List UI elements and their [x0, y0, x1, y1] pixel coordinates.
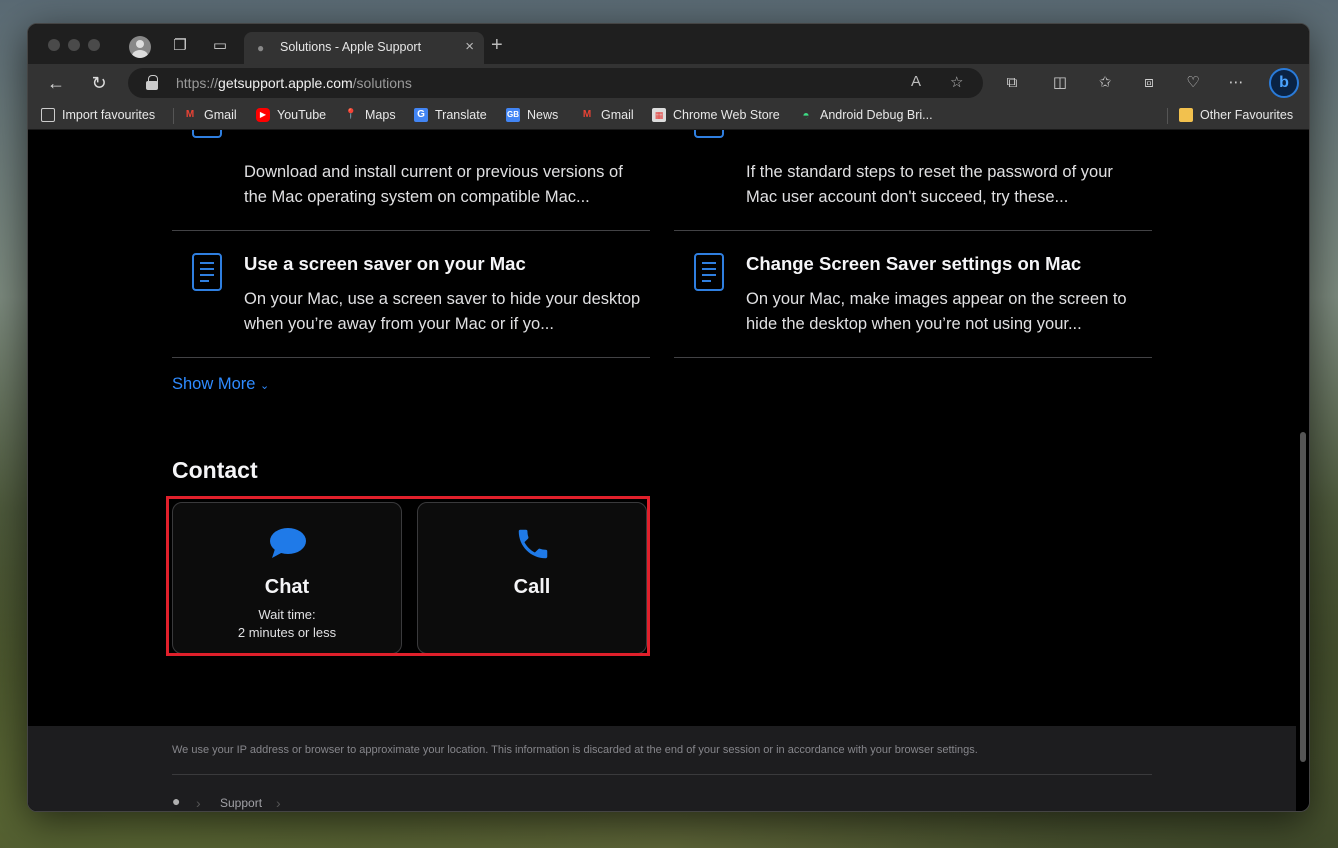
close-window-button[interactable]: [48, 39, 60, 51]
solution-card[interactable]: Use a screen saver on your Mac On your M…: [172, 231, 650, 358]
solution-card[interactable]: Download and install current or previous…: [172, 130, 650, 231]
vertical-tabs-icon[interactable]: ▭: [210, 36, 230, 56]
bookmark-maps[interactable]: 📍 Maps: [344, 108, 396, 122]
gmail-icon: M: [582, 109, 592, 120]
workspaces-icon[interactable]: ❐: [170, 36, 190, 56]
solution-title[interactable]: Use a screen saver on your Mac: [244, 253, 526, 275]
contact-heading: Contact: [172, 457, 258, 483]
extensions-icon[interactable]: ⧉: [1001, 72, 1023, 94]
gmail-icon: M: [185, 109, 195, 120]
profile-icon[interactable]: [129, 36, 151, 58]
youtube-icon: ▶: [256, 108, 270, 122]
bookmark-gmail[interactable]: M Gmail: [183, 108, 237, 122]
minimize-window-button[interactable]: [68, 39, 80, 51]
back-arrow-icon[interactable]: ←: [44, 71, 68, 95]
address-bar[interactable]: https://getsupport.apple.com/solutions A…: [128, 68, 983, 98]
solution-card[interactable]: Change Screen Saver settings on Mac On y…: [674, 231, 1152, 358]
footer: We use your IP address or browser to app…: [28, 726, 1298, 811]
page-content: Download and install current or previous…: [28, 130, 1298, 811]
bing-copilot-icon[interactable]: b: [1269, 68, 1299, 98]
solution-description: On your Mac, make images appear on the s…: [746, 290, 1127, 333]
bookmark-import-favourites[interactable]: Import favourites: [41, 108, 155, 122]
chevron-down-icon: ⌄: [260, 380, 270, 392]
document-icon: [694, 130, 724, 138]
bookmark-chrome-web-store[interactable]: ▦ Chrome Web Store: [652, 108, 780, 122]
toolbar: ← ↻ https://getsupport.apple.com/solutio…: [28, 64, 1309, 102]
bookmarks-divider: [1167, 108, 1168, 124]
new-tab-icon[interactable]: +: [491, 35, 503, 55]
show-more-link[interactable]: Show More ⌄: [172, 375, 269, 394]
bookmark-other-favourites[interactable]: Other Favourites: [1179, 108, 1293, 122]
reload-icon[interactable]: ↻: [87, 71, 111, 95]
webstore-icon: ▦: [652, 108, 666, 122]
read-aloud-icon[interactable]: A: [911, 73, 921, 90]
bookmarks-divider: [173, 108, 174, 124]
split-screen-icon[interactable]: ◫: [1049, 72, 1071, 94]
solution-description: Download and install current or previous…: [244, 163, 623, 206]
apple-favicon-icon: ●: [257, 41, 265, 55]
document-icon: [192, 130, 222, 138]
import-icon: [41, 108, 55, 122]
bookmark-news[interactable]: GB News: [506, 108, 558, 122]
scrollbar-thumb[interactable]: [1300, 432, 1306, 762]
favorites-icon[interactable]: ✩: [1094, 72, 1116, 94]
bookmark-android-debug[interactable]: ◓ Android Debug Bri...: [799, 108, 932, 122]
tab-bar: ❐ ▭ ● Solutions - Apple Support × +: [28, 24, 1309, 64]
tab-solutions[interactable]: ● Solutions - Apple Support ×: [244, 32, 484, 64]
bookmark-translate[interactable]: G Translate: [414, 108, 487, 122]
android-icon: ◓: [802, 108, 810, 122]
favorite-star-icon[interactable]: ☆: [950, 73, 963, 91]
solution-description: If the standard steps to reset the passw…: [746, 163, 1113, 206]
solution-title[interactable]: Change Screen Saver settings on Mac: [746, 253, 1081, 275]
bookmark-gmail-2[interactable]: M Gmail: [580, 108, 634, 122]
folder-icon: [1179, 108, 1193, 122]
maps-icon: 📍: [344, 109, 358, 120]
collections-icon[interactable]: ⧈: [1138, 72, 1160, 94]
breadcrumb-support[interactable]: Support: [220, 796, 262, 810]
breadcrumb-separator-icon: ›: [276, 795, 281, 811]
browser-essentials-icon[interactable]: ♡: [1182, 72, 1204, 94]
more-menu-icon[interactable]: ⋯: [1225, 72, 1247, 94]
url-text[interactable]: https://getsupport.apple.com/solutions: [176, 75, 412, 91]
lock-icon[interactable]: [146, 75, 158, 90]
solution-description: On your Mac, use a screen saver to hide …: [244, 290, 641, 333]
location-notice: We use your IP address or browser to app…: [172, 744, 978, 756]
tab-title: Solutions - Apple Support: [280, 40, 422, 54]
document-icon: [694, 253, 724, 291]
close-tab-icon[interactable]: ×: [465, 38, 474, 55]
apple-logo-icon[interactable]: ●: [172, 793, 180, 809]
footer-divider: [172, 774, 1152, 775]
bookmarks-bar: Import favourites M Gmail ▶ YouTube 📍 Maps …: [28, 102, 1309, 130]
solution-card[interactable]: If the standard steps to reset the passw…: [674, 130, 1152, 231]
document-icon: [192, 253, 222, 291]
translate-icon: G: [414, 108, 428, 122]
news-icon: GB: [506, 108, 520, 122]
browser-window: ❐ ▭ ● Solutions - Apple Support × + ← ↻ …: [27, 23, 1310, 812]
contact-highlight-box: [166, 496, 650, 656]
bookmark-youtube[interactable]: ▶ YouTube: [256, 108, 326, 122]
breadcrumb-separator-icon: ›: [196, 795, 201, 811]
maximize-window-button[interactable]: [88, 39, 100, 51]
